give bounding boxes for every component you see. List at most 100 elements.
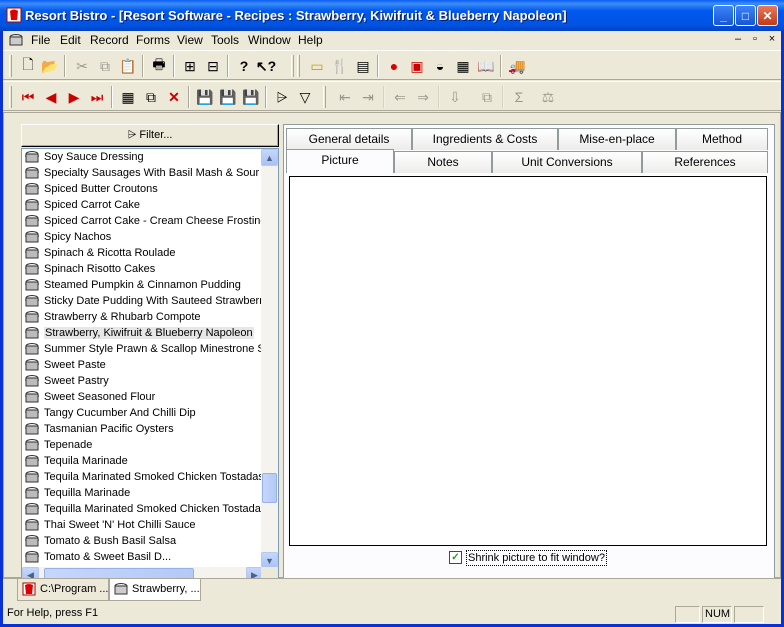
recipe-list[interactable]: Soy Sauce Dressing Specialty Sausages Wit…: [21, 148, 279, 585]
list-item[interactable]: Spinach Risotto Cakes: [22, 261, 263, 277]
minimize-button[interactable]: _: [713, 5, 734, 26]
filter-button[interactable]: ⩥ Filter...: [21, 124, 279, 147]
list-item[interactable]: Spicy Nachos: [22, 229, 263, 245]
maximize-button[interactable]: □: [735, 5, 756, 26]
save-all-icon[interactable]: 💾: [242, 88, 260, 106]
save-close-icon[interactable]: 💾: [219, 88, 237, 106]
last-record-icon[interactable]: ⏭: [88, 88, 106, 106]
tab-method[interactable]: Method: [676, 128, 768, 150]
list-item[interactable]: Strawberry & Rhubarb Compote: [22, 309, 263, 325]
toolbar-grip[interactable]: [291, 55, 294, 77]
list-item[interactable]: Spinach & Ricotta Roulade: [22, 245, 263, 261]
menu-forms[interactable]: Forms: [136, 33, 170, 47]
list-item[interactable]: Tequila Marinade: [22, 453, 263, 469]
tomato-icon[interactable]: ●: [385, 57, 403, 75]
copy-icon[interactable]: ⧉: [96, 57, 114, 75]
copy-form-icon[interactable]: ⧉: [478, 88, 496, 106]
menu-file[interactable]: File: [31, 33, 50, 47]
shrink-picture-checkbox[interactable]: ✓: [449, 551, 462, 564]
list-item[interactable]: Steamed Pumpkin & Cinnamon Pudding: [22, 277, 263, 293]
tab-unit-conversions[interactable]: Unit Conversions: [492, 151, 642, 173]
toolbar-grip[interactable]: [9, 55, 12, 77]
list-item[interactable]: Sweet Pastry: [22, 373, 263, 389]
first-record-icon[interactable]: ⏮: [19, 88, 37, 106]
sum-icon[interactable]: Σ: [510, 88, 528, 106]
list-item[interactable]: Sweet Paste: [22, 357, 263, 373]
menu-record[interactable]: Record: [90, 33, 129, 47]
mdi-restore-button[interactable]: ▫: [748, 33, 762, 46]
scales-icon[interactable]: ⚖: [539, 88, 557, 106]
title-bar[interactable]: Resort Bistro - [Resort Software - Recip…: [0, 0, 784, 31]
truck-icon[interactable]: 🚚: [508, 57, 526, 75]
picture-frame[interactable]: [289, 176, 767, 546]
recipe-card-icon[interactable]: ▣: [408, 57, 426, 75]
menu-help[interactable]: Help: [298, 33, 323, 47]
tab-ingredients-costs[interactable]: Ingredients & Costs: [412, 128, 558, 150]
open-icon[interactable]: 📂: [41, 57, 59, 75]
save-icon[interactable]: 💾: [196, 88, 214, 106]
cut-icon[interactable]: ✂: [73, 57, 91, 75]
print-icon[interactable]: 🖶: [150, 56, 168, 75]
tab-notes[interactable]: Notes: [394, 151, 492, 173]
next-record-icon[interactable]: ▶: [65, 88, 83, 106]
new-record-icon[interactable]: ▦: [119, 88, 137, 106]
list-item[interactable]: Soy Sauce Dressing: [22, 149, 263, 165]
shrink-picture-label[interactable]: Shrink picture to fit window?: [466, 550, 607, 566]
mdi-minimize-button[interactable]: –: [731, 33, 745, 46]
recipe-doc-icon[interactable]: [8, 32, 24, 48]
menu-icon[interactable]: ▤: [354, 57, 372, 75]
new-icon[interactable]: 🗋: [19, 56, 37, 75]
list-item[interactable]: Tepenade: [22, 437, 263, 453]
list-item[interactable]: Strawberry, Kiwifruit & Blueberry Napole…: [22, 325, 263, 341]
list-item[interactable]: Sweet Seasoned Flour: [22, 389, 263, 405]
menu-tools[interactable]: Tools: [211, 33, 239, 47]
list-item[interactable]: Sticky Date Pudding With Sauteed Strawbe…: [22, 293, 263, 309]
tab-mise-en-place[interactable]: Mise-en-place: [558, 128, 676, 150]
list-item[interactable]: Spiced Carrot Cake: [22, 197, 263, 213]
list-item[interactable]: Spiced Butter Croutons: [22, 181, 263, 197]
toolbar-grip[interactable]: [323, 86, 326, 108]
cutlery-icon[interactable]: 🍴: [331, 57, 349, 75]
close-button[interactable]: ✕: [757, 5, 778, 26]
book-icon[interactable]: 📖: [477, 57, 495, 75]
list-item[interactable]: Tasmanian Pacific Oysters: [22, 421, 263, 437]
funnel-icon[interactable]: ▽: [296, 88, 314, 106]
paste-icon[interactable]: 📋: [119, 57, 137, 75]
filter-icon[interactable]: ⩥: [273, 88, 291, 106]
menu-view[interactable]: View: [177, 33, 203, 47]
list-item[interactable]: Tequilla Marinated Smoked Chicken Tostad…: [22, 501, 263, 517]
tree-alt-icon[interactable]: ⊟: [204, 57, 222, 75]
list-item[interactable]: Tangy Cucumber And Chilli Dip: [22, 405, 263, 421]
tree-icon[interactable]: ⊞: [181, 57, 199, 75]
toolbar-grip[interactable]: [9, 86, 12, 108]
tab-picture[interactable]: Picture: [286, 149, 394, 173]
tab-references[interactable]: References: [642, 151, 768, 173]
list-item[interactable]: Thai Sweet 'N' Hot Chilli Sauce: [22, 517, 263, 533]
menu-window[interactable]: Window: [248, 33, 291, 47]
vertical-scrollbar[interactable]: ▲ ▼: [261, 149, 278, 569]
duplicate-record-icon[interactable]: ⧉: [142, 88, 160, 106]
indent-icon[interactable]: ⇤: [336, 88, 354, 106]
prev-record-icon[interactable]: ◀: [42, 88, 60, 106]
delete-record-icon[interactable]: ✕: [165, 88, 183, 106]
list-item[interactable]: Tequilla Marinade: [22, 485, 263, 501]
list-item[interactable]: Tomato & Bush Basil Salsa: [22, 533, 263, 549]
mdi-tab-program[interactable]: C:\Program ...: [17, 579, 109, 601]
toolbar-grip[interactable]: [297, 55, 300, 77]
menu-edit[interactable]: Edit: [60, 33, 81, 47]
ingredient-icon[interactable]: ▭: [308, 57, 326, 75]
move-right-icon[interactable]: ⇒: [414, 88, 432, 106]
import-icon[interactable]: ⇩: [446, 88, 464, 106]
list-item[interactable]: Tomato & Sweet Basil D...: [22, 549, 263, 565]
list-item[interactable]: Specialty Sausages With Basil Mash & Sou…: [22, 165, 263, 181]
calculator-icon[interactable]: ▦: [454, 57, 472, 75]
whats-this-icon[interactable]: ↖?: [256, 57, 276, 75]
list-item[interactable]: Tequila Marinated Smoked Chicken Tostada…: [22, 469, 263, 485]
pot-icon[interactable]: ◒: [431, 57, 449, 75]
tab-general-details[interactable]: General details: [286, 128, 412, 150]
list-item[interactable]: Summer Style Prawn & Scallop Minestrone …: [22, 341, 263, 357]
scroll-up-button[interactable]: ▲: [261, 149, 278, 166]
move-left-icon[interactable]: ⇐: [391, 88, 409, 106]
help-icon[interactable]: ?: [235, 57, 253, 75]
list-item[interactable]: Spiced Carrot Cake - Cream Cheese Frosti…: [22, 213, 263, 229]
